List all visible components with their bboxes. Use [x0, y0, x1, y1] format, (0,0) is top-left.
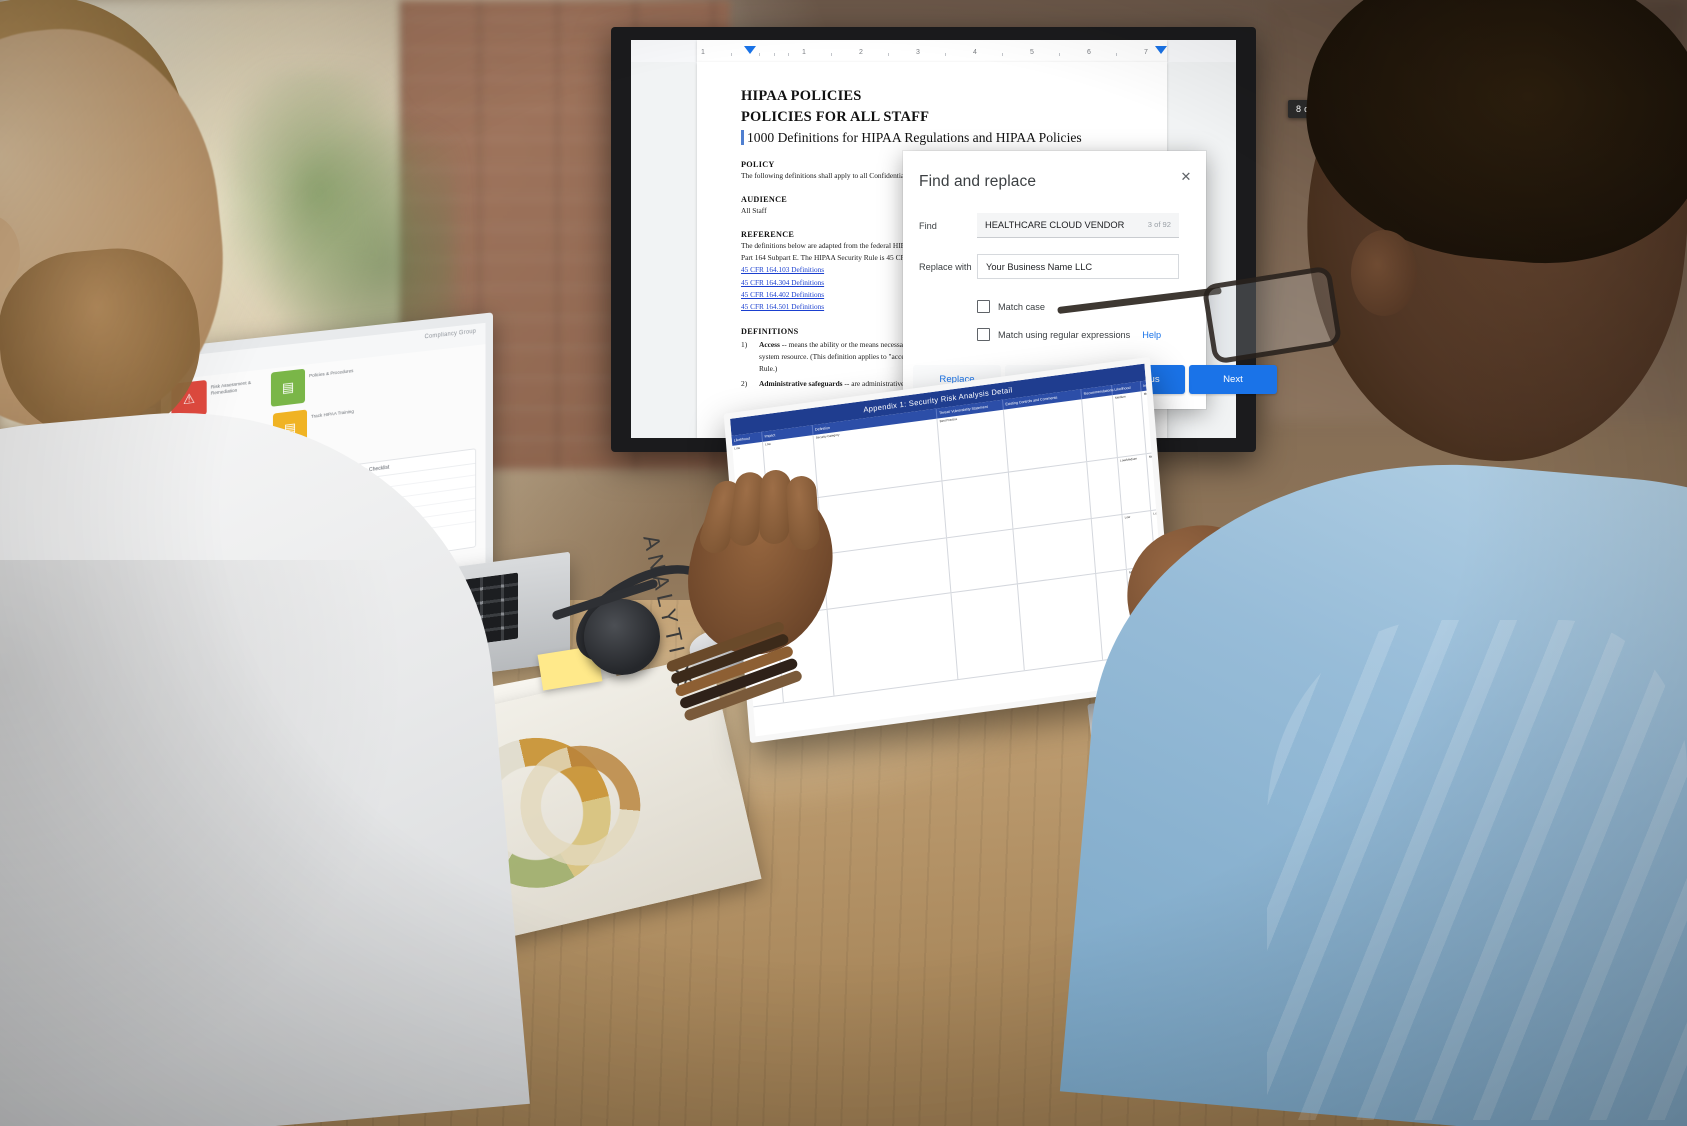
eyeglasses-lens	[1201, 265, 1343, 365]
text-cursor	[741, 130, 744, 146]
cell-controls	[1017, 574, 1104, 671]
ruler-tick: 3	[916, 49, 920, 56]
fingers-left	[696, 469, 826, 557]
cell-category	[827, 593, 959, 697]
person-right-shirt-folds	[1267, 620, 1687, 1120]
ruler-tick: 4	[973, 49, 977, 56]
match-case-row[interactable]: Match case	[977, 300, 1045, 313]
find-label: Find	[919, 220, 937, 231]
definition-term: Access	[759, 339, 780, 349]
person-left-shading	[0, 560, 440, 1126]
doc-title-line2: POLICIES FOR ALL STAFF	[741, 109, 930, 126]
definition-number: 2)	[741, 378, 748, 388]
cell-statement	[942, 473, 1014, 538]
dialog-title: Find and replace	[919, 173, 1037, 190]
replace-label: Replace with	[919, 261, 972, 272]
cell-statement	[951, 584, 1025, 680]
ruler-tick: 1	[802, 49, 806, 56]
ruler-page-area	[697, 40, 1167, 62]
cell-controls	[1003, 399, 1088, 473]
eyeglasses	[1057, 265, 1447, 365]
cell-controls	[1013, 519, 1097, 584]
definition-number: 1)	[741, 339, 748, 349]
ruler-tick: 2	[859, 49, 863, 56]
cell-statement: Best Practice	[937, 410, 1009, 481]
person-right	[1057, 0, 1687, 1126]
headset-earcup	[584, 599, 660, 675]
ruler-tick: 1	[701, 49, 705, 56]
match-case-checkbox[interactable]	[977, 300, 990, 313]
cell-controls	[1008, 462, 1092, 529]
scene: 1 1 2 3 4 5 6 7 HIPAA POLICIES POLICIES …	[0, 0, 1687, 1126]
person-left	[0, 0, 530, 1126]
ruler-tick: 6	[1087, 49, 1091, 56]
indent-marker-left[interactable]	[744, 46, 756, 54]
regex-checkbox[interactable]	[977, 328, 990, 341]
definition-term: Administrative safeguards	[759, 378, 843, 388]
doc-subtitle-row: 1000 Definitions for HIPAA Regulations a…	[741, 128, 1141, 147]
ruler-tick: 5	[1030, 49, 1034, 56]
doc-title-line1: HIPAA POLICIES	[741, 88, 862, 104]
find-input-value: HEALTHCARE CLOUD VENDOR	[985, 220, 1125, 230]
cell-statement	[947, 529, 1018, 593]
replace-input-value: Your Business Name LLC	[986, 261, 1093, 272]
doc-subtitle: 1000 Definitions for HIPAA Regulations a…	[747, 130, 1082, 146]
match-case-label: Match case	[998, 301, 1045, 312]
